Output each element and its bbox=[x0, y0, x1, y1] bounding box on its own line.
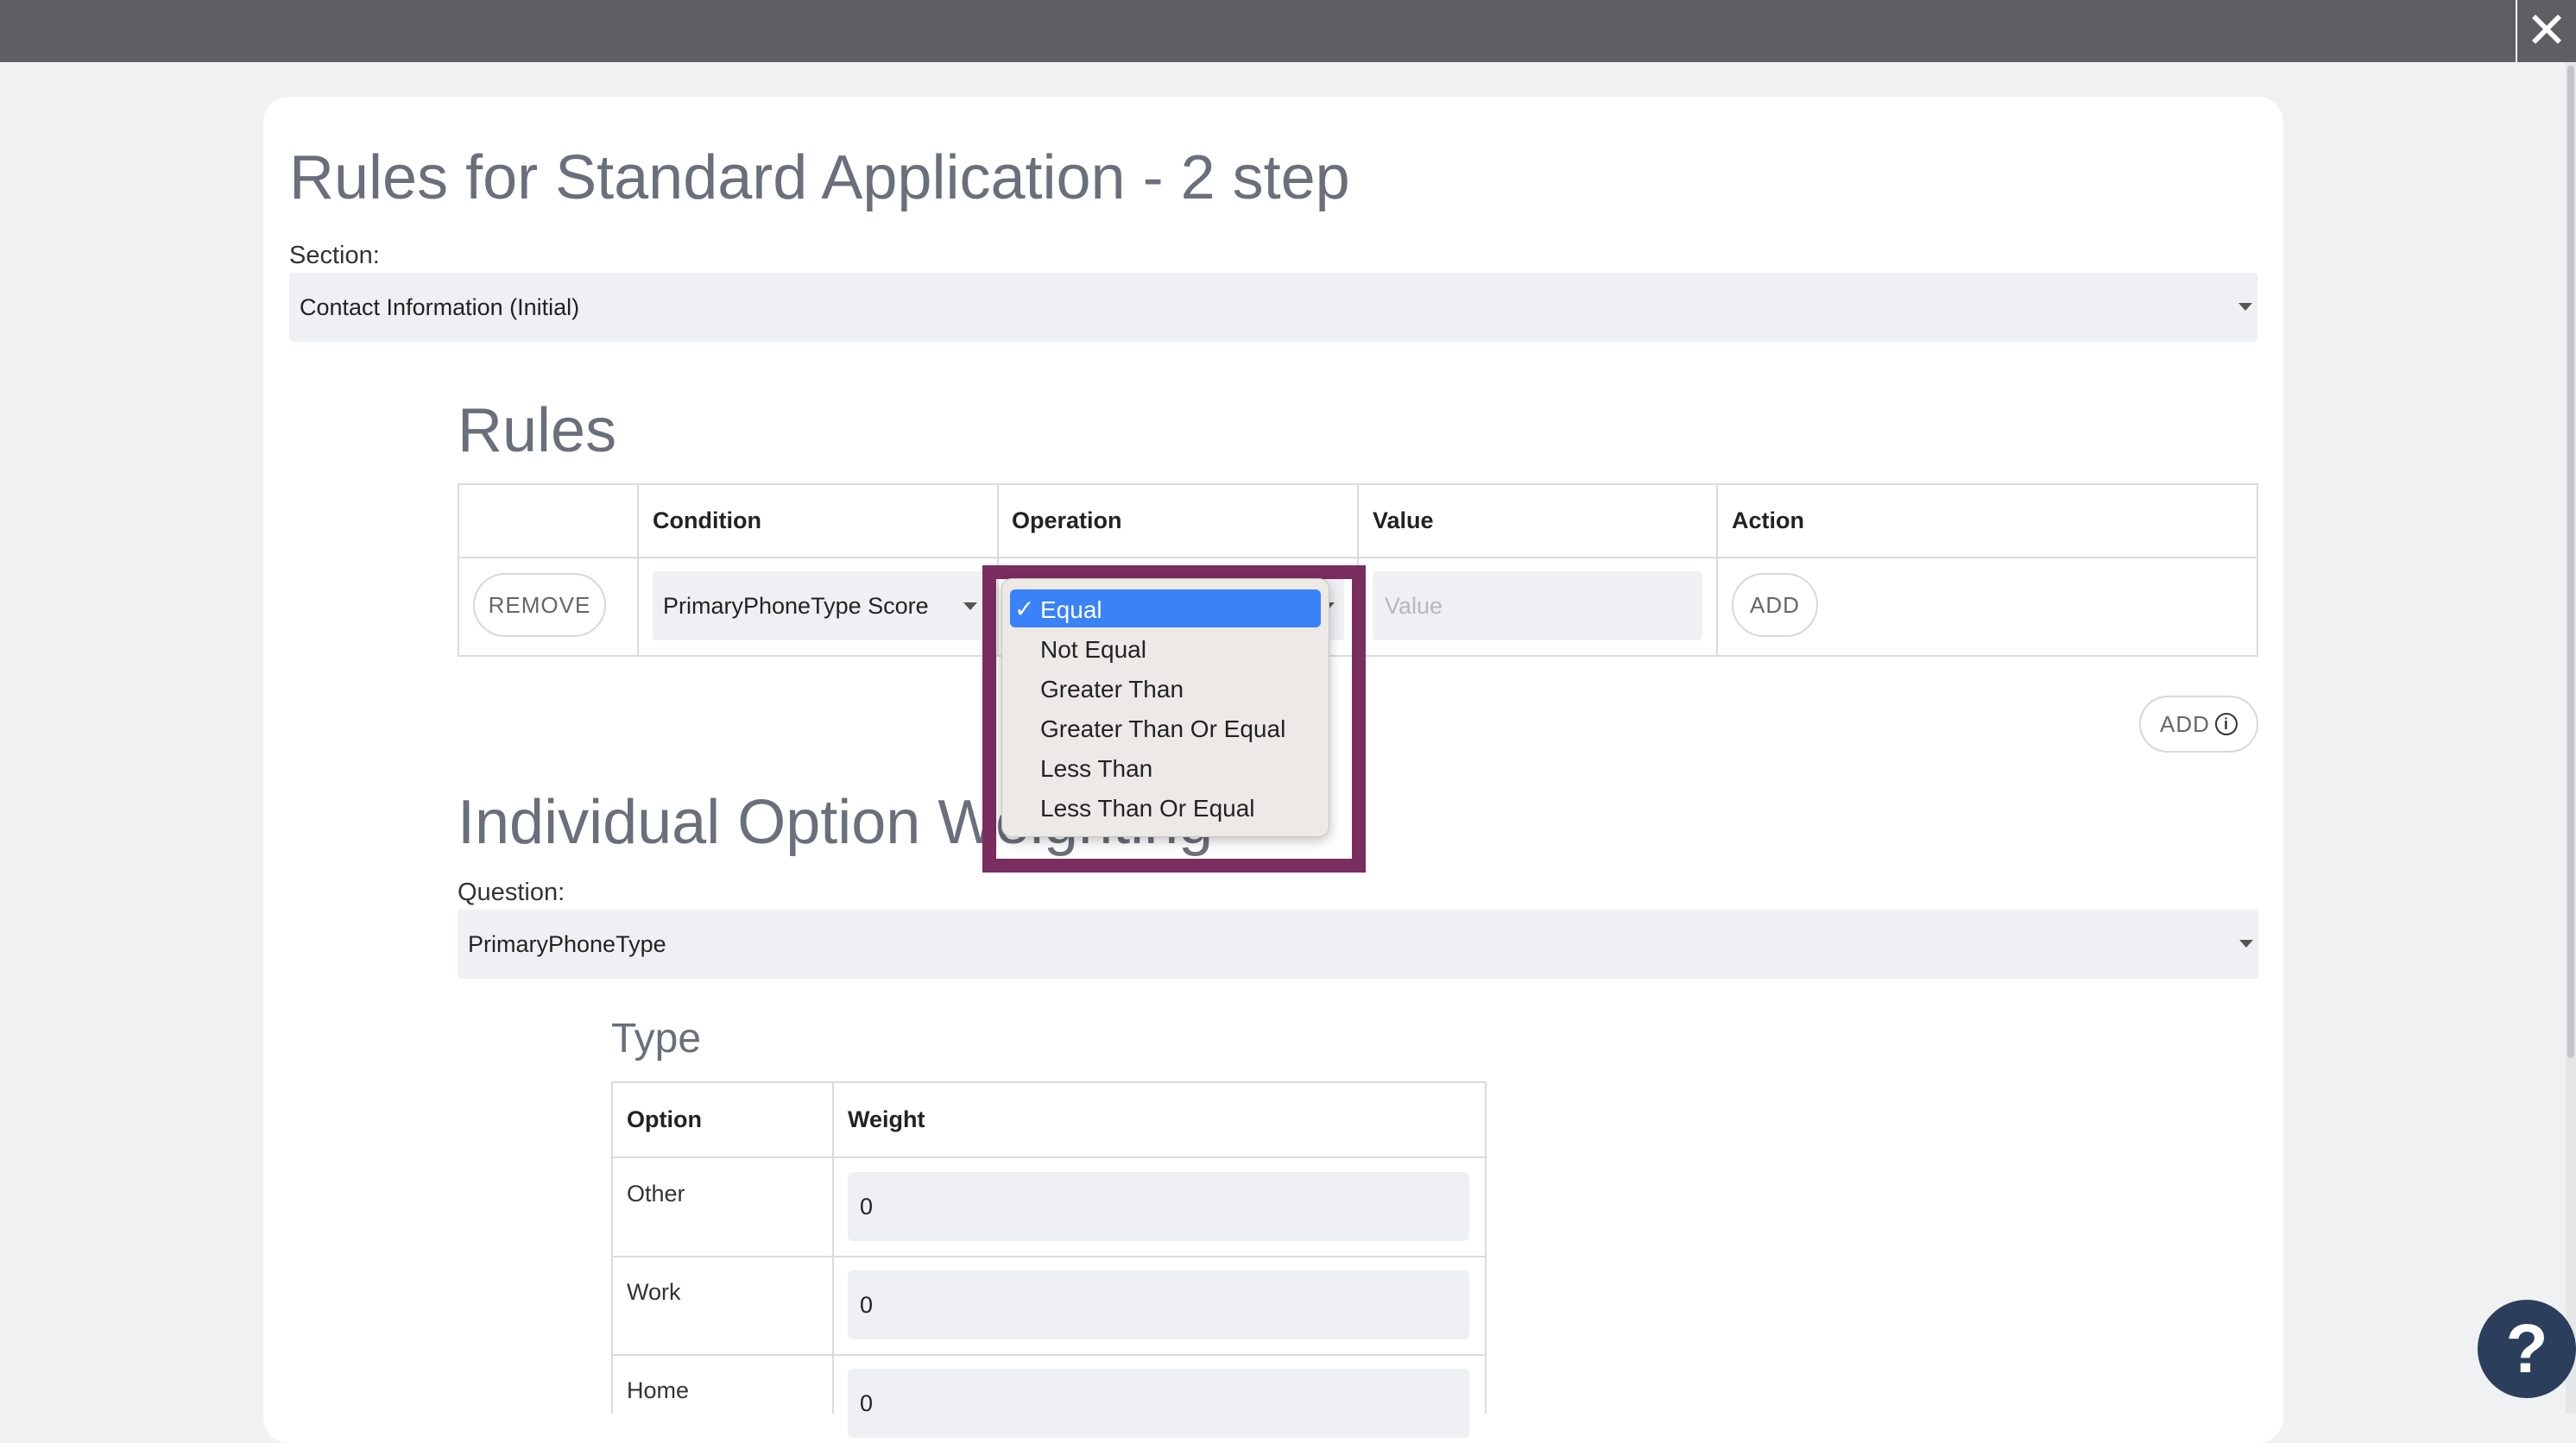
value-input-placeholder: Value bbox=[1385, 592, 1443, 619]
col-header-weight: Weight bbox=[848, 1106, 925, 1132]
section-label: Section: bbox=[289, 242, 380, 269]
table-col-divider bbox=[832, 1081, 834, 1414]
table-border-header bbox=[611, 1156, 1487, 1158]
table-border-left bbox=[458, 483, 459, 657]
weight-input-value: 0 bbox=[860, 1193, 874, 1219]
table-row-divider bbox=[611, 1256, 1487, 1257]
question-label: Question: bbox=[458, 879, 565, 906]
help-icon[interactable]: ? bbox=[2478, 1300, 2576, 1398]
question-select-value: PrimaryPhoneType bbox=[468, 930, 666, 957]
operation-dropdown-menu: ✓ Equal Not Equal Greater Than Greater T… bbox=[1001, 578, 1329, 837]
col-header-action: Action bbox=[1732, 507, 1804, 533]
weight-input[interactable]: 0 bbox=[848, 1270, 1469, 1339]
add-action-button[interactable]: ADD bbox=[1732, 573, 1818, 637]
weight-input[interactable]: 0 bbox=[848, 1369, 1469, 1438]
dropdown-option-equal[interactable]: Equal bbox=[1040, 596, 1102, 624]
weight-input-value: 0 bbox=[860, 1389, 874, 1416]
col-header-operation: Operation bbox=[1012, 507, 1122, 533]
page-title: Rules for Standard Application - 2 step bbox=[289, 143, 1350, 212]
dropdown-option-greater-than-or-equal[interactable]: Greater Than Or Equal bbox=[1040, 715, 1285, 743]
dropdown-option-less-than[interactable]: Less Than bbox=[1040, 755, 1152, 783]
section-select[interactable]: Contact Information (Initial) bbox=[289, 273, 2257, 342]
question-select[interactable]: PrimaryPhoneType bbox=[458, 910, 2258, 979]
type-heading: Type bbox=[611, 1016, 702, 1062]
remove-rule-button[interactable]: REMOVE bbox=[473, 573, 606, 637]
rules-heading: Rules bbox=[458, 396, 617, 465]
dropdown-option-not-equal[interactable]: Not Equal bbox=[1040, 636, 1146, 664]
col-header-condition: Condition bbox=[653, 507, 761, 533]
top-bar bbox=[0, 0, 2576, 62]
col-header-option: Option bbox=[627, 1106, 702, 1132]
table-border-left bbox=[611, 1081, 613, 1414]
weight-input[interactable]: 0 bbox=[848, 1172, 1469, 1241]
option-label: Other bbox=[627, 1181, 685, 1207]
option-label: Home bbox=[627, 1377, 690, 1403]
chevron-down-icon bbox=[2239, 940, 2253, 948]
check-icon: ✓ bbox=[1014, 595, 1035, 622]
condition-select[interactable]: PrimaryPhoneType Score bbox=[653, 571, 985, 640]
table-col-divider bbox=[1716, 483, 1718, 657]
close-icon[interactable]: ✕ bbox=[2516, 0, 2576, 62]
table-border-right bbox=[1485, 1081, 1487, 1414]
add-rule-label: ADD bbox=[2160, 710, 2210, 737]
chevron-down-icon bbox=[2238, 303, 2252, 311]
scrollbar-thumb[interactable] bbox=[2567, 66, 2574, 1058]
value-input[interactable]: Value bbox=[1373, 571, 1702, 640]
option-label: Work bbox=[627, 1279, 681, 1305]
condition-select-value: PrimaryPhoneType Score bbox=[663, 592, 929, 619]
weight-input-value: 0 bbox=[860, 1291, 874, 1318]
table-col-divider bbox=[637, 483, 639, 657]
scrollbar[interactable] bbox=[2566, 62, 2576, 1414]
dropdown-option-less-than-or-equal[interactable]: Less Than Or Equal bbox=[1040, 795, 1255, 822]
add-rule-button[interactable]: ADD i bbox=[2139, 696, 2258, 753]
section-select-value: Contact Information (Initial) bbox=[300, 293, 580, 320]
dropdown-option-greater-than[interactable]: Greater Than bbox=[1040, 676, 1184, 703]
table-border-right bbox=[2257, 483, 2258, 657]
table-border-top bbox=[611, 1081, 1487, 1083]
info-icon: i bbox=[2214, 713, 2238, 735]
col-header-value: Value bbox=[1373, 507, 1434, 533]
chevron-down-icon bbox=[963, 602, 977, 610]
table-row-divider bbox=[611, 1354, 1487, 1356]
